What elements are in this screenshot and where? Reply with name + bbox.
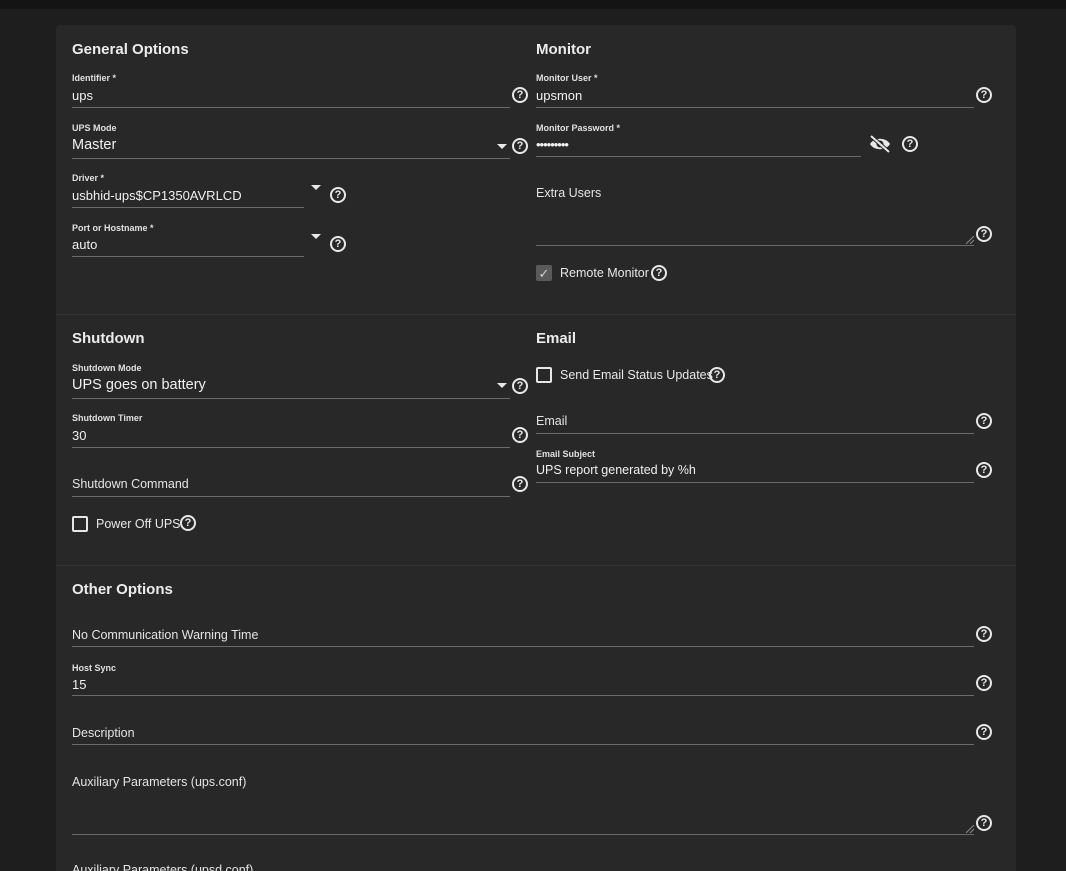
aux-params-ups-textarea[interactable]: [72, 790, 974, 834]
help-icon[interactable]: ?: [512, 378, 528, 394]
monitor-user-label: Monitor User *: [536, 73, 598, 83]
monitor-user-input[interactable]: upsmon: [536, 88, 582, 103]
help-icon[interactable]: ?: [651, 265, 667, 281]
email-title: Email: [536, 330, 577, 347]
send-email-label: Send Email Status Updates: [560, 368, 713, 382]
remote-monitor-label: Remote Monitor: [560, 266, 649, 280]
description-input[interactable]: Description: [72, 726, 135, 740]
send-email-checkbox[interactable]: [536, 367, 552, 383]
power-off-ups-checkbox[interactable]: [72, 516, 88, 532]
resize-handle-icon[interactable]: [966, 825, 974, 833]
help-icon[interactable]: ?: [976, 87, 992, 103]
extra-users-label: Extra Users: [536, 186, 602, 200]
help-icon[interactable]: ?: [976, 724, 992, 740]
help-icon[interactable]: ?: [976, 626, 992, 642]
shutdown-mode-label: Shutdown Mode: [72, 363, 142, 373]
other-options-title: Other Options: [72, 581, 173, 598]
no-communication-warning-time-input[interactable]: No Communication Warning Time: [72, 628, 258, 642]
port-underline: [72, 256, 304, 257]
help-icon[interactable]: ?: [976, 675, 992, 691]
top-bar: [0, 0, 1066, 9]
help-icon[interactable]: ?: [976, 226, 992, 242]
port-label: Port or Hostname *: [72, 223, 154, 233]
help-icon[interactable]: ?: [330, 236, 346, 252]
help-icon[interactable]: ?: [512, 138, 528, 154]
resize-handle-icon[interactable]: [966, 236, 974, 244]
help-icon[interactable]: ?: [512, 427, 528, 443]
shutdown-mode-underline: [72, 398, 510, 399]
email-input[interactable]: Email: [536, 414, 567, 428]
power-off-ups-label: Power Off UPS: [96, 517, 181, 531]
help-icon[interactable]: ?: [512, 87, 528, 103]
description-underline: [72, 744, 974, 745]
monitor-password-label: Monitor Password *: [536, 123, 621, 133]
section-divider: [56, 565, 1016, 566]
general-options-title: General Options: [72, 41, 189, 58]
help-icon[interactable]: ?: [512, 476, 528, 492]
help-icon[interactable]: ?: [976, 413, 992, 429]
help-icon[interactable]: ?: [976, 815, 992, 831]
host-sync-underline: [72, 695, 974, 696]
monitor-password-input[interactable]: •••••••••: [536, 137, 569, 152]
email-subject-underline: [536, 482, 974, 483]
help-icon[interactable]: ?: [902, 136, 918, 152]
email-subject-label: Email Subject: [536, 449, 596, 459]
shutdown-timer-underline: [72, 447, 510, 448]
help-icon[interactable]: ?: [976, 462, 992, 478]
section-divider: [56, 314, 1016, 315]
ups-mode-select[interactable]: Master: [72, 137, 116, 153]
email-underline: [536, 433, 974, 434]
monitor-password-underline: [536, 156, 861, 157]
identifier-input[interactable]: ups: [72, 88, 93, 103]
ups-mode-label: UPS Mode: [72, 123, 117, 133]
shutdown-command-input[interactable]: Shutdown Command: [72, 477, 189, 491]
remote-monitor-checkbox[interactable]: ✓: [536, 265, 552, 281]
host-sync-input[interactable]: 15: [72, 677, 86, 692]
driver-label: Driver *: [72, 173, 105, 183]
aux-ups-underline: [72, 834, 974, 835]
identifier-underline: [72, 107, 510, 108]
extra-users-underline: [536, 245, 974, 246]
shutdown-command-underline: [72, 496, 510, 497]
driver-underline: [72, 207, 304, 208]
caret-down-icon[interactable]: [497, 383, 507, 388]
caret-down-icon[interactable]: [311, 185, 321, 190]
caret-down-icon[interactable]: [497, 144, 507, 149]
ups-service-form: General Options Identifier * ups ? UPS M…: [56, 25, 1016, 871]
help-icon[interactable]: ?: [180, 515, 196, 531]
help-icon[interactable]: ?: [330, 187, 346, 203]
caret-down-icon[interactable]: [311, 234, 321, 239]
shutdown-timer-input[interactable]: 30: [72, 428, 86, 443]
identifier-label: Identifier *: [72, 73, 117, 83]
shutdown-mode-select[interactable]: UPS goes on battery: [72, 377, 206, 393]
shutdown-timer-label: Shutdown Timer: [72, 413, 143, 423]
ups-mode-underline: [72, 158, 510, 159]
aux-params-upsd-label: Auxiliary Parameters (upsd.conf): [72, 863, 254, 871]
email-subject-input[interactable]: UPS report generated by %h: [536, 463, 696, 477]
monitor-user-underline: [536, 107, 974, 108]
aux-params-ups-label: Auxiliary Parameters (ups.conf): [72, 775, 247, 789]
host-sync-label: Host Sync: [72, 663, 117, 673]
no-comm-underline: [72, 646, 974, 647]
eye-off-icon[interactable]: [868, 135, 892, 153]
port-select[interactable]: auto: [72, 237, 97, 252]
extra-users-textarea[interactable]: [536, 201, 974, 245]
monitor-title: Monitor: [536, 41, 591, 58]
driver-select[interactable]: usbhid-ups$CP1350AVRLCD: [72, 188, 242, 203]
help-icon[interactable]: ?: [709, 367, 725, 383]
shutdown-title: Shutdown: [72, 330, 145, 347]
